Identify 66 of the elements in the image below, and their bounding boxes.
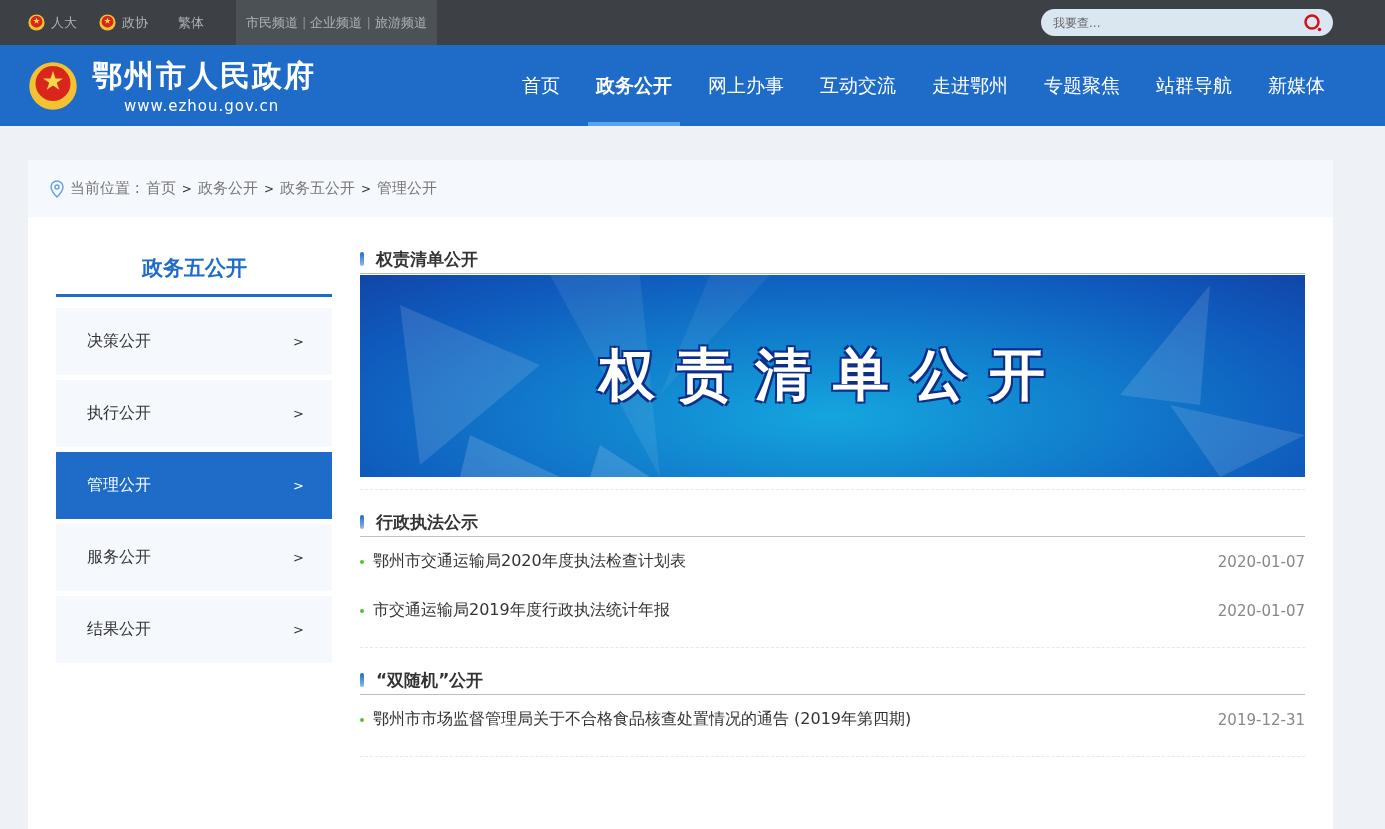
- sidebar-item-arrow: >: [293, 622, 304, 637]
- top-link[interactable]: 政协: [99, 13, 148, 32]
- breadcrumb-label: 当前位置 :: [70, 179, 140, 198]
- bullet-icon: [360, 559, 364, 564]
- sidebar-item-arrow: >: [293, 406, 304, 421]
- breadcrumb-separator: >: [181, 181, 192, 196]
- article-date: 2020-01-07: [1217, 601, 1305, 620]
- nav-tab[interactable]: 专题聚焦: [1036, 45, 1128, 126]
- emblem-icon: [28, 60, 78, 111]
- section-title: 行政执法公示: [376, 510, 478, 534]
- emblem-icon: [99, 14, 116, 31]
- sidebar-item[interactable]: 决策公开 >: [56, 308, 332, 375]
- breadcrumb-link[interactable]: 管理公开: [377, 179, 437, 198]
- article-date: 2019-12-31: [1217, 710, 1305, 729]
- breadcrumb-separator: >: [360, 181, 371, 196]
- search-field[interactable]: 我要查...: [1041, 9, 1333, 36]
- breadcrumb-separator: >: [263, 181, 274, 196]
- nav-tab[interactable]: 政务公开: [588, 45, 680, 126]
- section-title: 权责清单公开: [376, 247, 478, 271]
- sidebar-item-label: 决策公开: [87, 331, 151, 352]
- nav-tab[interactable]: 新媒体: [1260, 45, 1333, 126]
- banner[interactable]: 权责清单公开: [360, 275, 1305, 477]
- channel-link[interactable]: 市民频道: [246, 13, 298, 32]
- channel-link[interactable]: 企业频道: [310, 13, 363, 32]
- nav-tab[interactable]: 站群导航: [1148, 45, 1240, 126]
- sidebar-item[interactable]: 结果公开 >: [56, 596, 332, 663]
- sidebar-item-label: 服务公开: [87, 547, 151, 568]
- article-link[interactable]: 市交通运输局2019年度行政执法统计年报: [373, 600, 670, 621]
- article-link[interactable]: 鄂州市交通运输局2020年度执法检查计划表: [373, 551, 686, 572]
- search-input[interactable]: 我要查...: [1051, 14, 1303, 31]
- sidebar-item-label: 执行公开: [87, 403, 151, 424]
- article-link[interactable]: 鄂州市市场监督管理局关于不合格食品核查处置情况的通告 (2019年第四期): [373, 709, 912, 730]
- nav-tab[interactable]: 走进鄂州: [924, 45, 1016, 126]
- bullet-icon: [360, 717, 364, 722]
- nav-tab[interactable]: 首页: [514, 45, 568, 126]
- sidebar-item-arrow: >: [293, 334, 304, 349]
- article-date: 2020-01-07: [1217, 552, 1305, 571]
- location-pin-icon: [50, 179, 64, 198]
- breadcrumb-link[interactable]: 政务公开: [197, 179, 258, 198]
- section-marker-icon: [360, 252, 364, 266]
- banner-title: 权责清单公开: [598, 341, 1067, 409]
- language-link[interactable]: 繁体: [178, 13, 204, 32]
- sidebar-item-arrow: >: [293, 550, 304, 565]
- search-icon[interactable]: [1303, 12, 1323, 33]
- sidebar-item-label: 结果公开: [87, 619, 151, 640]
- top-link[interactable]: 人大: [28, 13, 77, 32]
- section-marker-icon: [360, 673, 364, 687]
- nav-tab[interactable]: 互动交流: [812, 45, 904, 126]
- nav-tab[interactable]: 网上办事: [700, 45, 792, 126]
- site-url: www.ezhou.gov.cn: [124, 97, 281, 115]
- channel-link[interactable]: 旅游频道: [374, 13, 427, 32]
- sidebar-item[interactable]: 服务公开 >: [56, 524, 332, 591]
- sidebar-item[interactable]: 执行公开 >: [56, 380, 332, 447]
- sidebar-item-arrow: >: [293, 478, 304, 493]
- breadcrumb-link[interactable]: 首页: [145, 179, 176, 198]
- site-name: 鄂州市人民政府: [92, 57, 316, 95]
- bullet-icon: [360, 608, 364, 613]
- section-marker-icon: [360, 515, 364, 529]
- breadcrumb-link[interactable]: 政务五公开: [279, 179, 355, 198]
- sidebar-item[interactable]: 管理公开 >: [56, 452, 332, 519]
- separator: |: [366, 15, 371, 30]
- separator: |: [302, 15, 307, 30]
- section-title: “双随机”公开: [376, 668, 484, 692]
- sidebar-item-label: 管理公开: [87, 475, 151, 496]
- emblem-icon: [28, 14, 45, 31]
- sidebar-title: 政务五公开: [56, 245, 332, 297]
